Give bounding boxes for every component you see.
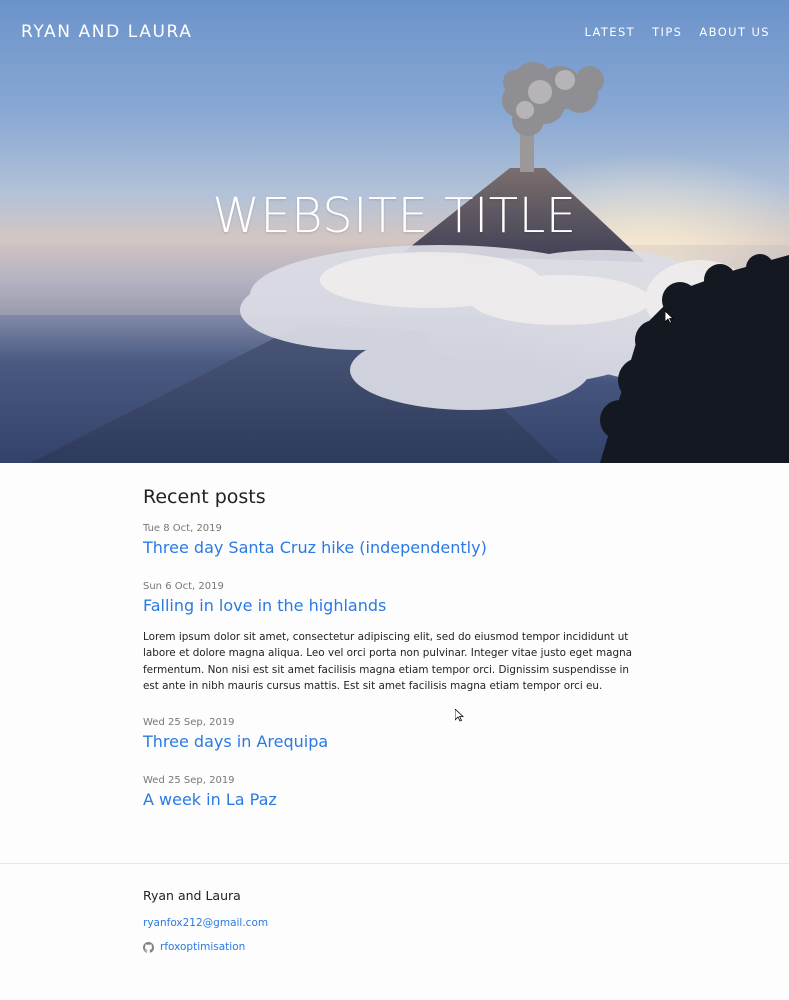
post-date: Tue 8 Oct, 2019 <box>143 523 222 534</box>
post-item: Wed 25 Sep, 2019 Three days in Arequipa <box>143 717 643 753</box>
nav-item-about-us[interactable]: ABOUT US <box>699 25 770 39</box>
post-excerpt: Lorem ipsum dolor sit amet, consectetur … <box>143 631 633 693</box>
hero-title: WEBSITE TITLE <box>212 188 577 244</box>
post-title-link[interactable]: A week in La Paz <box>143 789 643 811</box>
footer-github: rfoxoptimisation <box>143 941 268 953</box>
github-icon <box>143 941 154 953</box>
recent-posts-heading: Recent posts <box>143 486 266 508</box>
post-date: Wed 25 Sep, 2019 <box>143 716 235 728</box>
post-item: Sun 6 Oct, 2019 Falling in love in the h… <box>143 581 643 695</box>
post-title-link[interactable]: Three days in Arequipa <box>143 731 643 753</box>
main-content: Recent posts Tue 8 Oct, 2019 Three day S… <box>143 486 643 833</box>
site-footer: Ryan and Laura ryanfox212@gmail.com rfox… <box>0 863 789 1000</box>
footer-email-link[interactable]: ryanfox212@gmail.com <box>143 917 268 929</box>
hero-banner: RYAN AND LAURA LATEST TIPS ABOUT US WEBS… <box>0 0 789 463</box>
footer-github-link[interactable]: rfoxoptimisation <box>160 941 245 953</box>
mouse-cursor-icon <box>665 311 674 324</box>
site-header: RYAN AND LAURA LATEST TIPS ABOUT US <box>0 0 789 64</box>
post-title-link[interactable]: Falling in love in the highlands <box>143 595 643 617</box>
post-title-link[interactable]: Three day Santa Cruz hike (independently… <box>143 537 643 559</box>
site-brand-link[interactable]: RYAN AND LAURA <box>21 22 192 42</box>
post-date: Sun 6 Oct, 2019 <box>143 581 224 592</box>
mouse-cursor-icon <box>455 709 464 722</box>
post-item: Wed 25 Sep, 2019 A week in La Paz <box>143 775 643 811</box>
post-date: Wed 25 Sep, 2019 <box>143 774 235 786</box>
footer-content: Ryan and Laura ryanfox212@gmail.com rfox… <box>143 888 268 953</box>
main-nav: LATEST TIPS ABOUT US <box>584 25 770 39</box>
nav-item-latest[interactable]: LATEST <box>584 25 635 39</box>
post-item: Tue 8 Oct, 2019 Three day Santa Cruz hik… <box>143 523 643 559</box>
footer-site-name: Ryan and Laura <box>143 888 241 903</box>
nav-item-tips[interactable]: TIPS <box>652 25 682 39</box>
